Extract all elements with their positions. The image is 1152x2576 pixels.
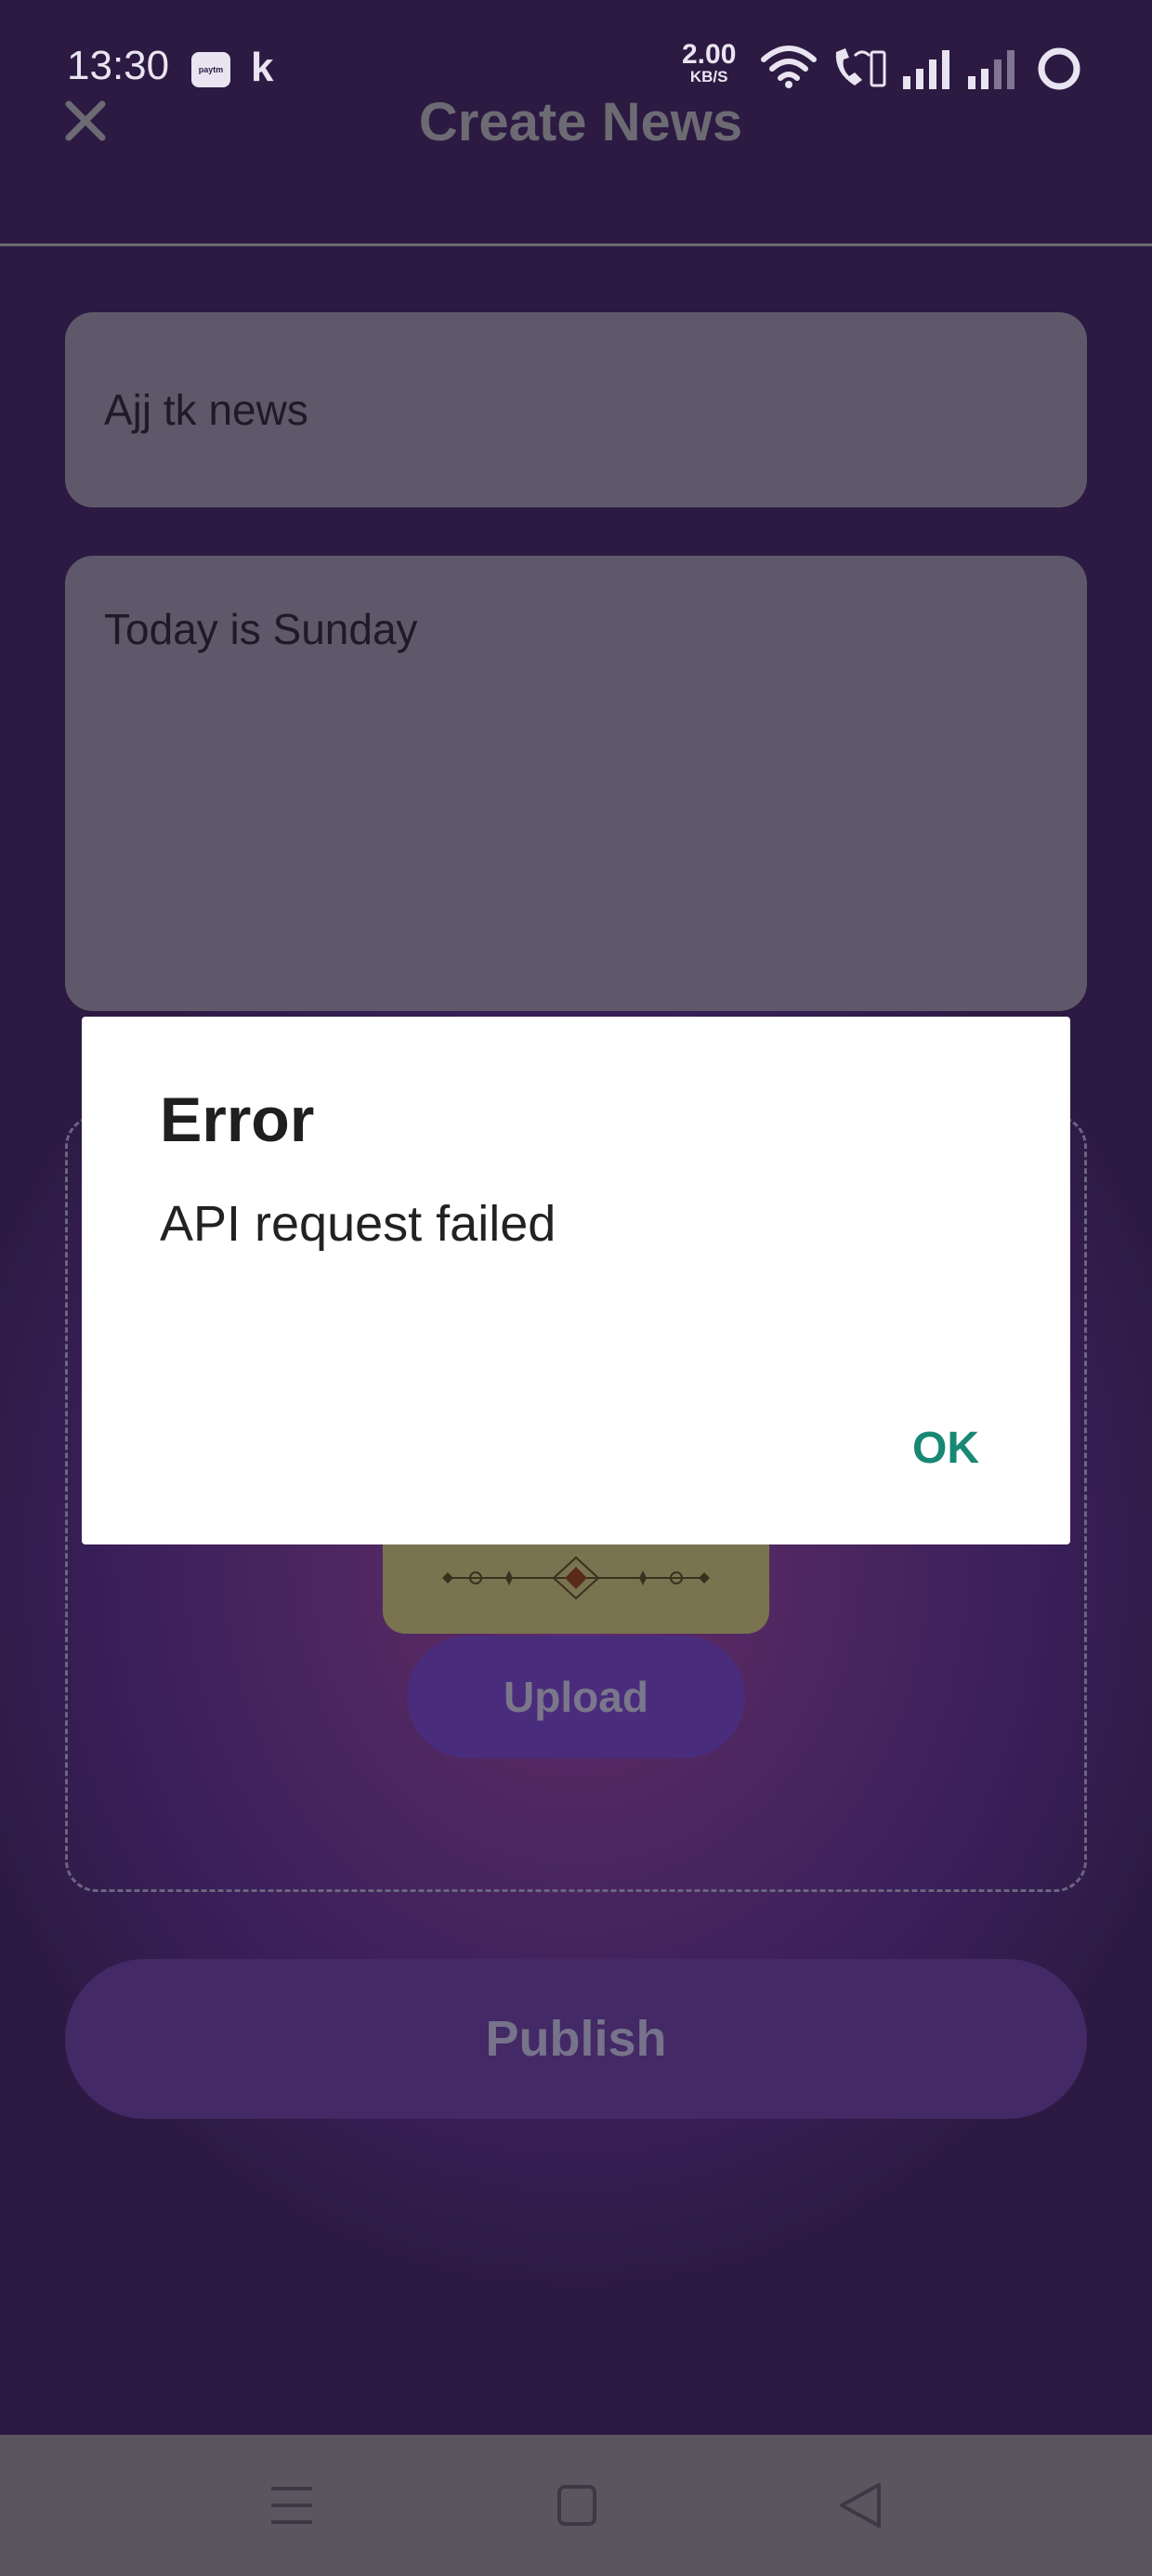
network-speed-unit: KB/S bbox=[689, 68, 728, 85]
back-triangle-icon[interactable] bbox=[823, 2472, 897, 2539]
k-app-icon: k bbox=[251, 45, 274, 90]
upload-button[interactable]: Upload bbox=[407, 1636, 745, 1758]
home-square-icon[interactable] bbox=[539, 2472, 613, 2539]
dialog-title: Error bbox=[160, 1084, 315, 1155]
signal-1-icon bbox=[903, 50, 949, 89]
network-speed: 2.00 KB/S bbox=[682, 41, 736, 85]
menu-icon[interactable] bbox=[255, 2472, 329, 2539]
wifi-call-icon bbox=[835, 48, 886, 87]
signal-2-icon bbox=[968, 50, 1015, 89]
status-time: 13:30 bbox=[67, 43, 170, 88]
news-title-input[interactable]: Ajj tk news bbox=[65, 312, 1087, 507]
publish-button[interactable]: Publish bbox=[65, 1959, 1087, 2119]
battery-ring-icon bbox=[1038, 47, 1080, 90]
paytm-icon: paytm bbox=[191, 52, 230, 87]
network-speed-value: 2.00 bbox=[682, 39, 737, 70]
app-screen: 13:30 paytm k 2.00 KB/S Create News Ajj … bbox=[0, 0, 1152, 2435]
dialog-message: API request failed bbox=[160, 1196, 556, 1252]
wifi-icon bbox=[761, 46, 817, 88]
page-title: Create News bbox=[418, 92, 743, 152]
header-divider bbox=[0, 243, 1152, 246]
ok-button[interactable]: OK bbox=[881, 1407, 1011, 1491]
error-dialog: Error API request failed OK bbox=[82, 1017, 1070, 1544]
news-body-input[interactable]: Today is Sunday bbox=[65, 556, 1087, 1011]
